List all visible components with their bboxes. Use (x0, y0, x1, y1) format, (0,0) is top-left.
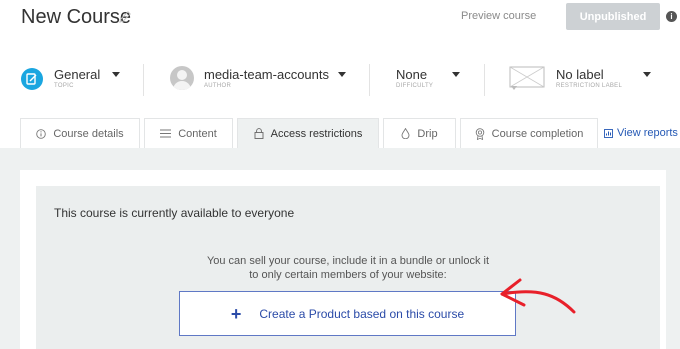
publish-status-button[interactable]: Unpublished (566, 3, 660, 30)
tab-bar: Course details Content Access restrictio… (0, 118, 680, 148)
info-icon (36, 128, 47, 139)
topic-selector[interactable]: General TOPIC (54, 62, 134, 98)
create-product-button[interactable]: + Create a Product based on this course (179, 291, 516, 336)
preview-course-link[interactable]: Preview course (461, 10, 536, 22)
info-icon[interactable]: i (666, 11, 677, 22)
tab-course-completion[interactable]: Course completion (460, 118, 598, 148)
topic-label: TOPIC (54, 83, 74, 89)
chevron-down-icon (338, 72, 346, 77)
chevron-down-icon (643, 72, 651, 77)
tab-content[interactable]: Content (144, 118, 233, 148)
divider (484, 64, 485, 96)
annotation-arrow-icon (500, 278, 576, 314)
course-title: New Course (21, 6, 132, 28)
restriction-label-selector[interactable]: No label RESTRICTION LABEL (556, 62, 656, 98)
sell-line-1: You can sell your course, include it in … (206, 255, 490, 267)
availability-text: This course is currently available to ev… (54, 206, 295, 220)
create-product-label: Create a Product based on this course (259, 306, 465, 321)
sell-description: You can sell your course, include it in … (200, 254, 496, 282)
list-icon (160, 129, 172, 138)
tab-label: Drip (417, 127, 438, 140)
divider (369, 64, 370, 96)
author-label: AUTHOR (204, 83, 232, 89)
tab-access-restrictions[interactable]: Access restrictions (237, 118, 379, 148)
restriction-label: RESTRICTION LABEL (556, 83, 623, 89)
tab-label: Access restrictions (270, 127, 363, 140)
course-header: New Course Preview course Unpublished i (0, 0, 680, 40)
report-icon (604, 128, 613, 138)
view-reports-link[interactable]: View reports (604, 127, 678, 139)
tab-drip[interactable]: Drip (383, 118, 456, 148)
chevron-down-icon (452, 72, 460, 77)
topic-icon (21, 68, 43, 90)
difficulty-label: DIFFICULTY (396, 83, 434, 89)
tab-course-details[interactable]: Course details (20, 118, 140, 148)
topic-value: General (54, 67, 101, 82)
restriction-value: No label (556, 67, 604, 82)
tab-label: Content (178, 127, 217, 140)
avatar (170, 66, 194, 90)
view-reports-label: View reports (617, 127, 678, 139)
sell-line-2: to only certain members of your website: (249, 269, 447, 281)
award-icon (475, 127, 485, 140)
author-selector[interactable]: media-team-accounts AUTHOR (204, 62, 354, 98)
author-value: media-team-accounts (204, 67, 329, 82)
tab-label: Course details (53, 127, 124, 140)
label-placeholder-icon (509, 66, 545, 90)
tab-label: Course completion (491, 127, 584, 140)
difficulty-value: None (396, 67, 428, 82)
pencil-icon[interactable] (118, 10, 132, 24)
drop-icon (401, 128, 410, 139)
difficulty-selector[interactable]: None DIFFICULTY (396, 62, 466, 98)
divider (143, 64, 144, 96)
chevron-down-icon (112, 72, 120, 77)
plus-icon: + (230, 303, 242, 324)
lock-icon (254, 128, 264, 139)
